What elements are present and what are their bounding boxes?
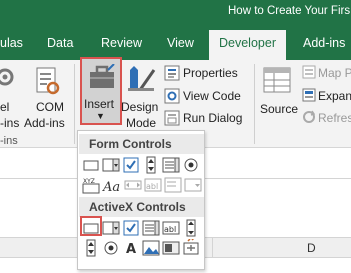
window-title: How to Create Your Firs	[228, 5, 351, 17]
chevron-down-icon: ▼	[96, 111, 105, 121]
form-combo-list-edit-icon[interactable]	[164, 176, 182, 194]
svg-text:A: A	[126, 242, 136, 257]
source-label: Source	[260, 102, 299, 116]
more-controls-icon[interactable]	[182, 239, 200, 257]
xml-source-button[interactable]: Source	[256, 62, 300, 132]
title-bar: How to Create Your Firs	[0, 0, 351, 26]
gear-icon	[0, 68, 14, 86]
activex-command-button-highlight	[80, 216, 102, 236]
activex-controls-header: ActiveX Controls	[79, 197, 204, 217]
map-properties-button[interactable]: Map P	[318, 66, 351, 80]
activex-text-box-icon[interactable]: abl	[162, 219, 180, 237]
form-text-field-icon[interactable]: abl	[144, 176, 162, 194]
tab-view[interactable]: View	[167, 36, 194, 50]
tab-add-ins[interactable]: Add-ins	[303, 36, 345, 50]
insert-controls-button[interactable]: Insert ▼	[80, 57, 122, 125]
activex-toggle-button-icon[interactable]	[162, 239, 180, 257]
com-addins-label-line2: Add-ins	[24, 116, 65, 130]
expansion-packs-button[interactable]: Expan	[318, 89, 351, 103]
form-combo-box-icon[interactable]	[102, 156, 120, 174]
form-controls-header: Form Controls	[79, 134, 204, 154]
form-button-control-icon[interactable]	[82, 156, 100, 174]
refresh-data-icon	[303, 110, 316, 123]
activex-image-icon[interactable]	[142, 239, 160, 257]
activex-option-button-icon[interactable]	[102, 239, 120, 257]
run-dialog-icon	[164, 110, 180, 126]
form-list-box-icon[interactable]	[162, 156, 180, 174]
form-label-icon[interactable]: Aa	[102, 176, 122, 194]
view-code-icon	[164, 88, 180, 104]
ribbon-group-divider	[74, 64, 75, 144]
form-option-button-icon[interactable]	[182, 156, 200, 174]
ribbon-group-divider	[254, 64, 255, 144]
group-label-addins: -ins	[0, 135, 18, 147]
insert-controls-dropdown: Form Controls XYZ Aa abl ActiveX Control…	[77, 130, 205, 270]
tab-developer[interactable]: Developer	[209, 30, 286, 60]
activex-scroll-bar-icon[interactable]	[182, 219, 200, 237]
design-mode-label-line1: Design	[121, 100, 159, 114]
insert-label: Insert	[84, 97, 115, 111]
form-scroll-bar-icon[interactable]	[124, 176, 142, 194]
ribbon-tab-bar: ulas Data Review View Developer Add-ins	[0, 26, 351, 60]
activex-spin-button-icon[interactable]	[82, 239, 100, 257]
run-dialog-button[interactable]: Run Dialog	[183, 111, 242, 125]
properties-icon	[164, 65, 180, 81]
view-code-button[interactable]: View Code	[183, 89, 241, 103]
form-group-box-icon[interactable]: XYZ	[82, 176, 100, 194]
tab-review[interactable]: Review	[101, 36, 142, 50]
properties-button[interactable]: Properties	[183, 66, 238, 80]
svg-text:Aa: Aa	[102, 180, 120, 194]
tab-data[interactable]: Data	[47, 36, 73, 50]
svg-text:abl: abl	[146, 182, 158, 191]
design-mode-icon	[128, 66, 156, 91]
tab-formulas[interactable]: ulas	[0, 36, 23, 50]
design-mode-button[interactable]: Design Mode	[121, 62, 160, 132]
toolbox-icon	[90, 64, 115, 88]
expansion-packs-icon	[302, 88, 316, 102]
design-mode-label-line2: Mode	[126, 116, 157, 130]
form-spin-button-icon[interactable]	[142, 156, 160, 174]
com-addins-button[interactable]: COM Add-ins	[24, 62, 70, 132]
com-addins-label-line1: COM	[36, 100, 64, 114]
column-header-d[interactable]: D	[307, 241, 316, 255]
activex-label-icon[interactable]: A	[122, 239, 140, 257]
form-checkbox-icon[interactable]	[122, 156, 140, 174]
map-properties-icon	[302, 65, 316, 79]
xml-source-icon	[263, 67, 291, 93]
refresh-data-button[interactable]: Refres	[318, 111, 351, 125]
activex-list-box-icon[interactable]	[142, 219, 160, 237]
form-combo-drop-down-edit-icon[interactable]	[184, 176, 202, 194]
column-divider	[212, 238, 213, 258]
activex-checkbox-icon[interactable]	[122, 219, 140, 237]
svg-text:abl: abl	[164, 225, 176, 234]
addins-label-line1[interactable]: el	[0, 100, 9, 114]
activex-combo-box-icon[interactable]	[102, 219, 120, 237]
com-addins-icon	[36, 67, 60, 95]
addins-label-line2[interactable]: -ins	[0, 116, 19, 130]
